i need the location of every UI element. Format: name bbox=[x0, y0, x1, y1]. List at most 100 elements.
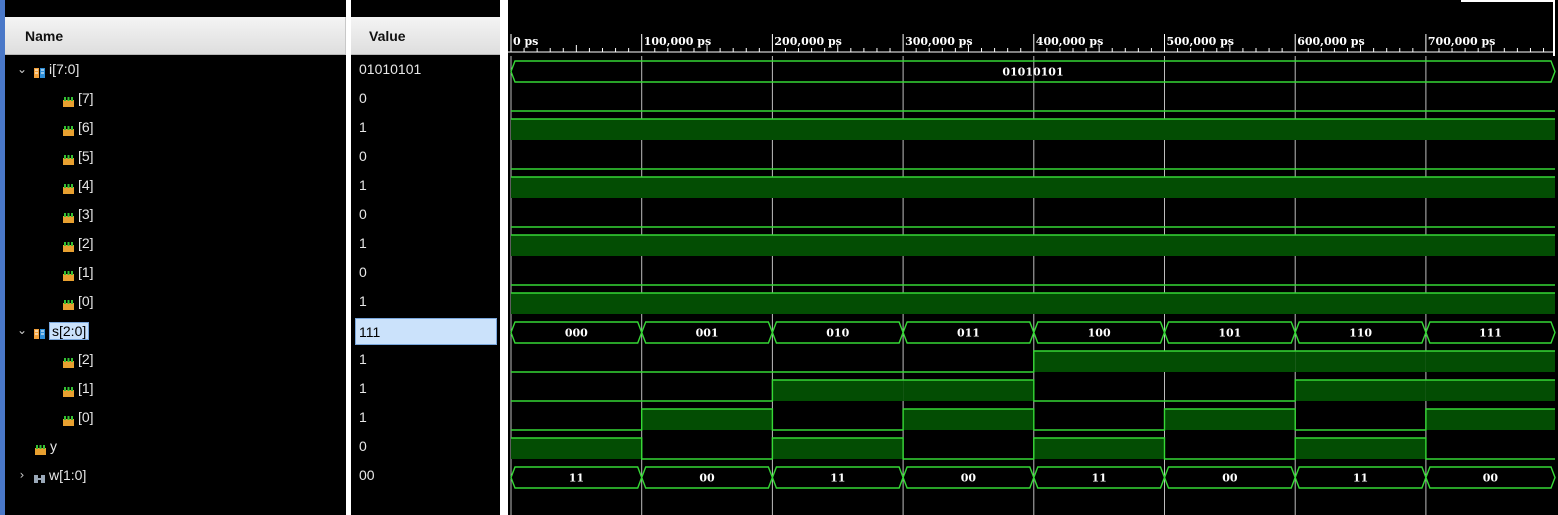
signal-value[interactable]: 0 bbox=[359, 438, 367, 454]
bit-signal-icon bbox=[62, 180, 75, 199]
bit-high-fill bbox=[903, 409, 1034, 430]
bit-signal-icon bbox=[62, 354, 75, 373]
time-tick-label: 100,000 ps bbox=[644, 35, 711, 48]
bit-signal-icon bbox=[62, 93, 75, 112]
signal-name[interactable]: [5] bbox=[78, 148, 94, 164]
bus-value-label: 00 bbox=[699, 472, 715, 485]
signal-value[interactable]: 0 bbox=[359, 206, 367, 222]
bit-high-fill bbox=[772, 438, 904, 459]
time-tick-label: 500,000 ps bbox=[1167, 35, 1234, 48]
signal-row[interactable]: [5] bbox=[5, 143, 346, 172]
signal-name[interactable]: [0] bbox=[78, 293, 94, 309]
signal-row[interactable]: [4] bbox=[5, 172, 346, 201]
signal-row[interactable]: ⌄ s[2:0] bbox=[5, 317, 346, 346]
signal-row[interactable]: › w[1:0] bbox=[5, 462, 346, 491]
signal-row[interactable]: [3] bbox=[5, 201, 346, 230]
bit-high-fill bbox=[1164, 351, 1296, 372]
bit-high-fill bbox=[511, 293, 1555, 314]
bus-value-label: 11 bbox=[1091, 472, 1106, 485]
signal-row[interactable]: ⌄ i[7:0] bbox=[5, 56, 346, 85]
waveform-canvas[interactable]: 0 ps 100,000 ps 200,000 ps 300,000 ps 400,00… bbox=[508, 0, 1558, 515]
bus-value-label: 010 bbox=[826, 327, 849, 340]
signal-name[interactable]: y bbox=[50, 438, 57, 454]
signal-row[interactable]: y bbox=[5, 433, 346, 462]
bus-signal-icon bbox=[33, 64, 46, 83]
time-tick-label: 200,000 ps bbox=[774, 35, 841, 48]
signal-value[interactable]: 0 bbox=[359, 148, 367, 164]
signal-name[interactable]: [2] bbox=[78, 351, 94, 367]
signal-value[interactable]: 0 bbox=[359, 264, 367, 280]
value-column-header[interactable]: Value bbox=[351, 17, 500, 55]
time-tick-label: 700,000 ps bbox=[1428, 35, 1495, 48]
signal-name[interactable]: [1] bbox=[78, 264, 94, 280]
signal-name[interactable]: s[2:0] bbox=[49, 322, 90, 340]
signal-row[interactable]: [2] bbox=[5, 230, 346, 259]
signal-value[interactable]: 1 bbox=[359, 177, 367, 193]
signal-row[interactable]: [0] bbox=[5, 404, 346, 433]
signal-value[interactable]: 0 bbox=[359, 90, 367, 106]
bit-high-fill bbox=[1425, 380, 1555, 401]
signal-name[interactable]: [0] bbox=[78, 409, 94, 425]
signal-value[interactable]: 111 bbox=[355, 318, 497, 345]
bus-value-label: 111 bbox=[1479, 327, 1502, 340]
bit-high-fill bbox=[1033, 438, 1165, 459]
bus-value-label: 11 bbox=[830, 472, 845, 485]
bit-high-fill bbox=[511, 119, 1555, 140]
chevron-down-icon[interactable]: ⌄ bbox=[16, 62, 28, 76]
bus-value-label: 00 bbox=[1483, 472, 1499, 485]
signal-name[interactable]: w[1:0] bbox=[49, 467, 86, 483]
time-tick-label: 600,000 ps bbox=[1297, 35, 1364, 48]
bit-signal-icon bbox=[34, 441, 47, 460]
signal-name[interactable]: [6] bbox=[78, 119, 94, 135]
bus-value-label: 00 bbox=[1222, 472, 1238, 485]
signal-row[interactable]: [0] bbox=[5, 288, 346, 317]
signal-value[interactable]: 1 bbox=[359, 409, 367, 425]
bit-high-fill bbox=[1164, 409, 1296, 430]
bit-signal-icon bbox=[62, 383, 75, 402]
wire-bus-icon bbox=[33, 470, 46, 489]
bit-high-fill bbox=[772, 380, 904, 401]
signal-value[interactable]: 01010101 bbox=[359, 61, 421, 77]
signal-value[interactable]: 1 bbox=[359, 380, 367, 396]
signal-value[interactable]: 1 bbox=[359, 293, 367, 309]
bit-signal-icon bbox=[62, 122, 75, 141]
signal-name[interactable]: [1] bbox=[78, 380, 94, 396]
signal-row[interactable]: [2] bbox=[5, 346, 346, 375]
signal-name[interactable]: i[7:0] bbox=[49, 61, 79, 77]
bus-signal-icon bbox=[33, 325, 46, 344]
name-column-header[interactable]: Name bbox=[5, 17, 346, 55]
chevron-down-icon[interactable]: ⌄ bbox=[16, 323, 28, 337]
bit-signal-icon bbox=[62, 238, 75, 257]
value-panel bbox=[351, 0, 500, 515]
chevron-right-icon[interactable]: › bbox=[16, 468, 28, 482]
bus-value-label: 11 bbox=[1353, 472, 1368, 485]
bit-high-fill bbox=[1295, 351, 1426, 372]
bit-high-fill bbox=[511, 235, 1555, 256]
signal-name[interactable]: [3] bbox=[78, 206, 94, 222]
signal-row[interactable]: [6] bbox=[5, 114, 346, 143]
bus-value-label: 11 bbox=[569, 472, 584, 485]
signal-name[interactable]: [2] bbox=[78, 235, 94, 251]
signal-row[interactable]: [1] bbox=[5, 259, 346, 288]
signal-row[interactable]: [1] bbox=[5, 375, 346, 404]
signal-row[interactable]: [7] bbox=[5, 85, 346, 114]
bit-signal-icon bbox=[62, 151, 75, 170]
signal-name[interactable]: [4] bbox=[78, 177, 94, 193]
signal-value[interactable]: 00 bbox=[359, 467, 375, 483]
bus-value-label: 00 bbox=[961, 472, 977, 485]
bus-value-label: 101 bbox=[1218, 327, 1241, 340]
waveform-svg: 0 ps 100,000 ps 200,000 ps 300,000 ps 400,00… bbox=[508, 0, 1556, 515]
wave-panel-splitter[interactable] bbox=[500, 0, 508, 515]
bit-high-fill bbox=[903, 380, 1034, 401]
signal-value[interactable]: 1 bbox=[359, 351, 367, 367]
signal-value[interactable]: 1 bbox=[359, 235, 367, 251]
bus-value-label: 01010101 bbox=[1002, 66, 1063, 79]
time-tick-label: 300,000 ps bbox=[905, 35, 972, 48]
bit-high-fill bbox=[641, 409, 773, 430]
bit-high-fill bbox=[1033, 351, 1165, 372]
bit-high-fill bbox=[1295, 380, 1426, 401]
bit-high-fill bbox=[511, 438, 642, 459]
bus-value-label: 001 bbox=[696, 327, 719, 340]
signal-value[interactable]: 1 bbox=[359, 119, 367, 135]
signal-name[interactable]: [7] bbox=[78, 90, 94, 106]
